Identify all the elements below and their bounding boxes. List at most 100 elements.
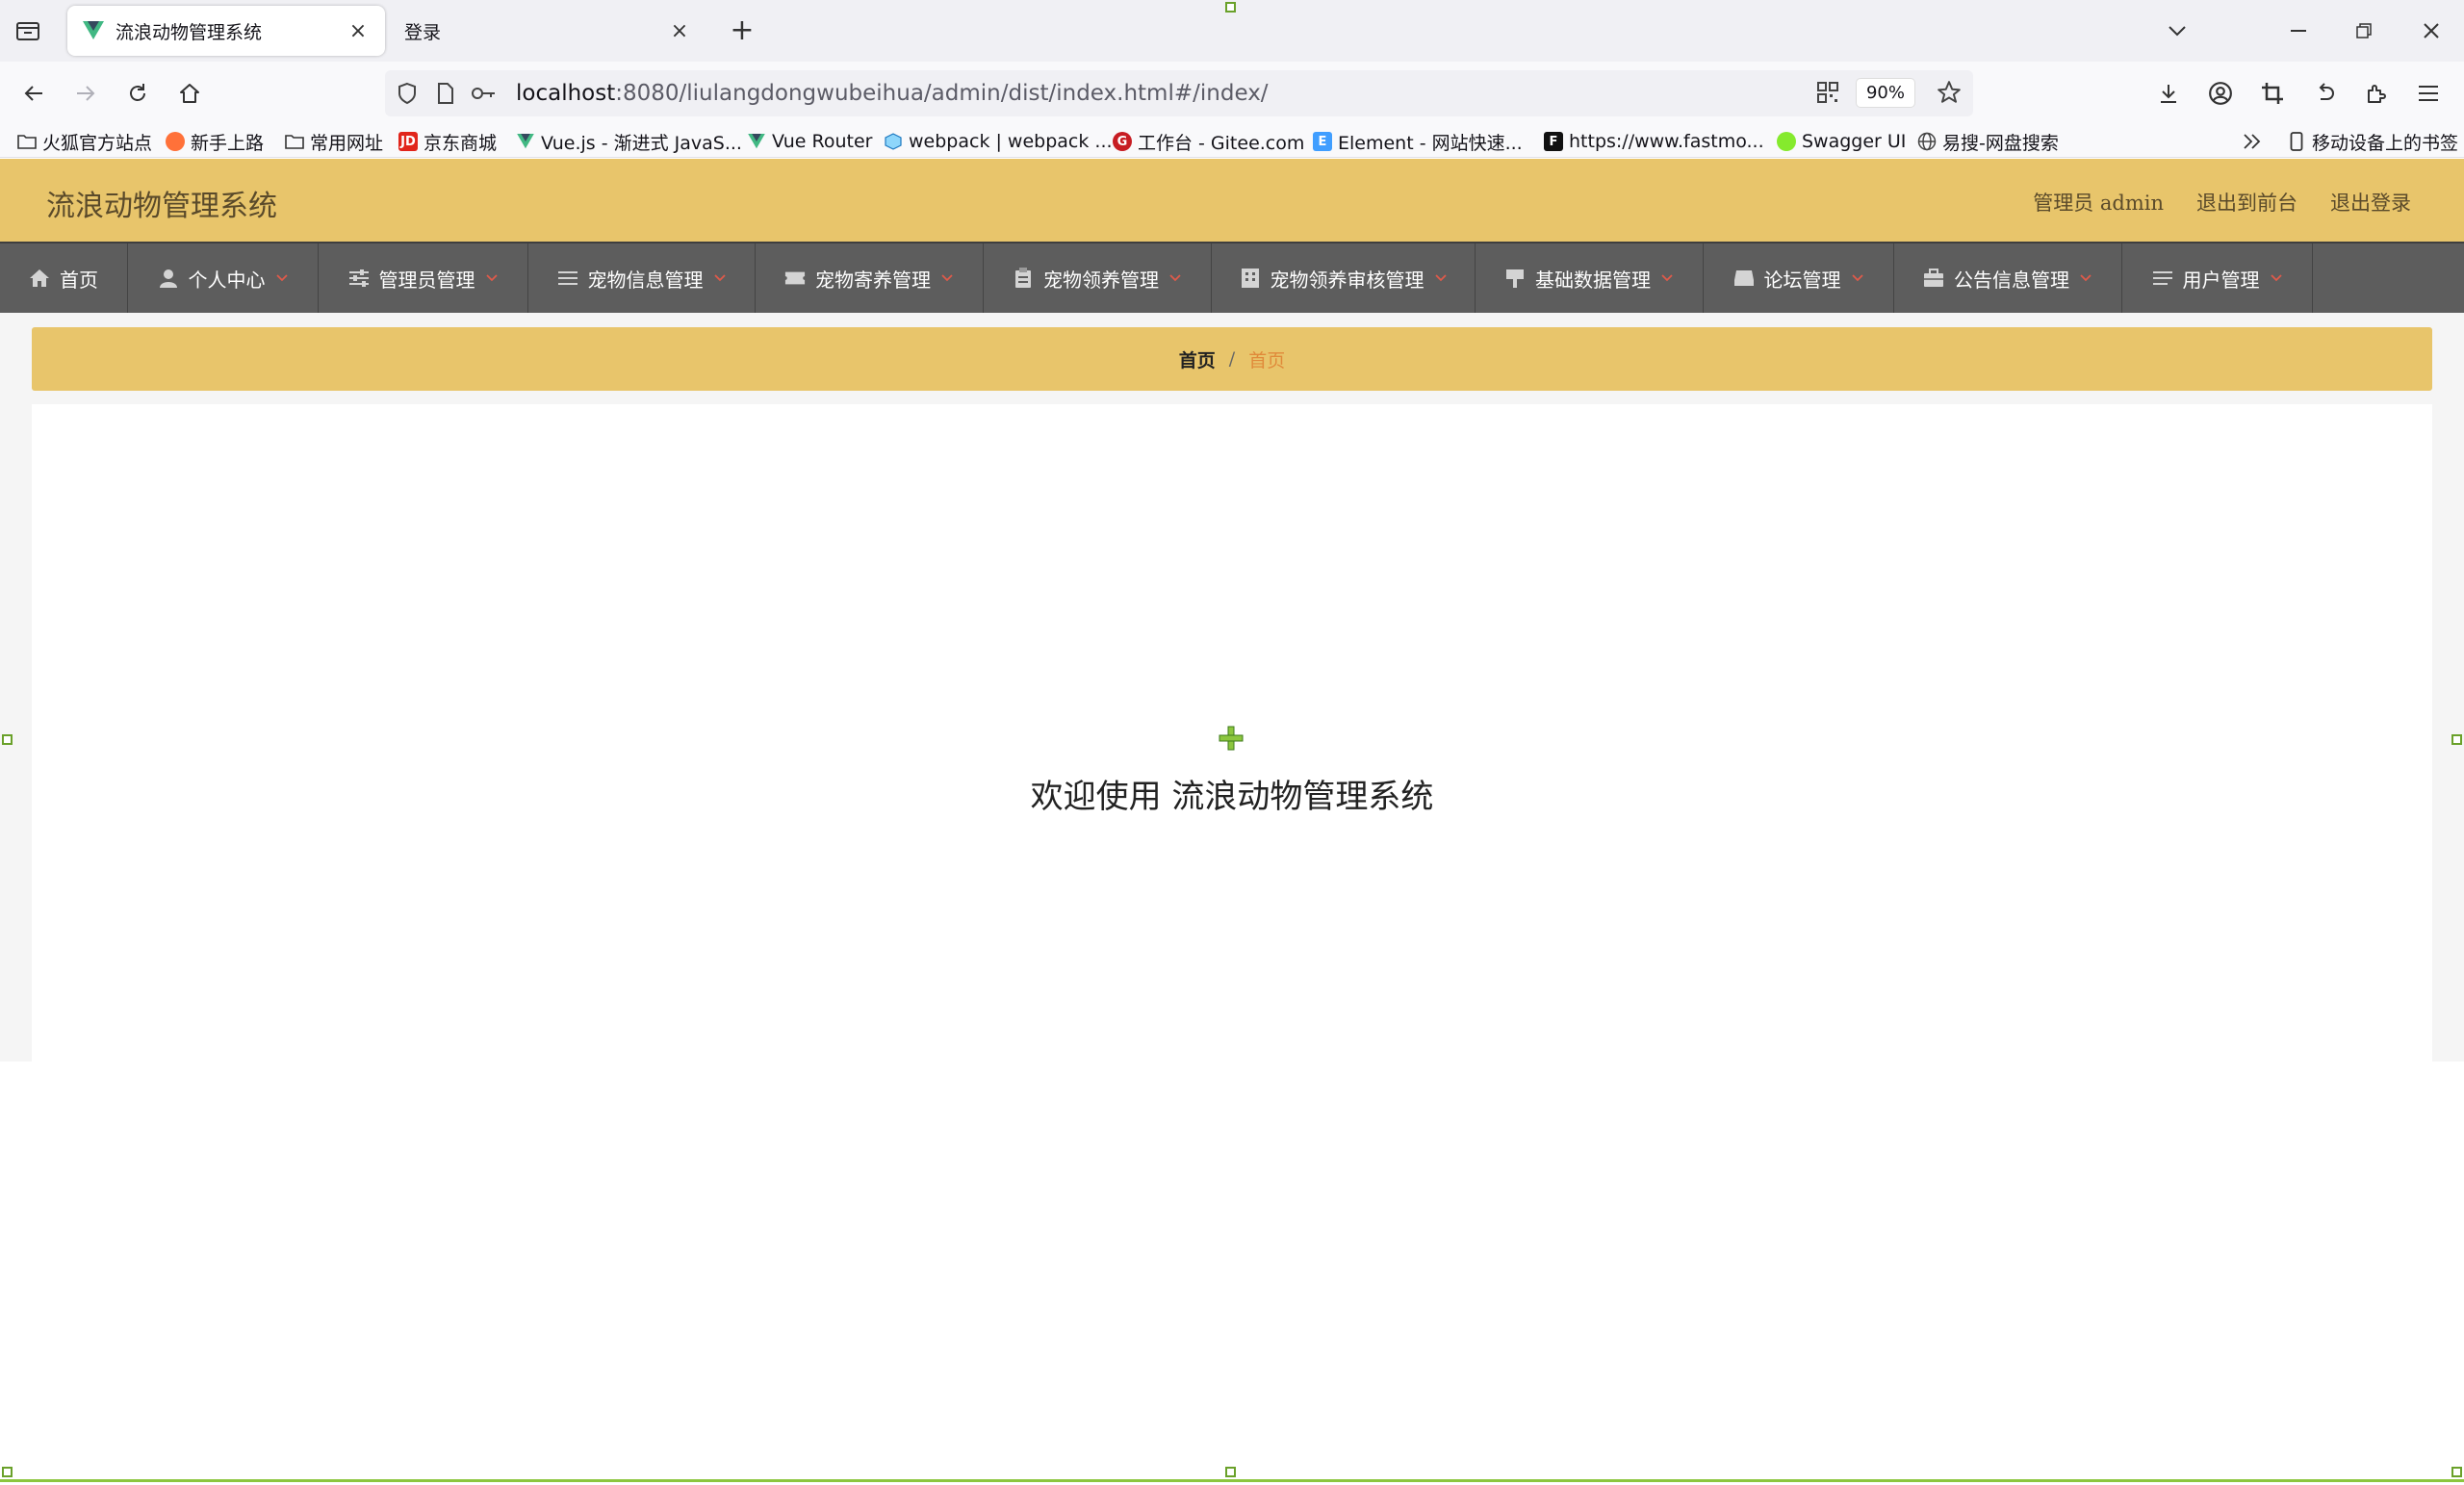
chevron-down-icon xyxy=(485,273,499,283)
minimize-icon[interactable] xyxy=(2279,13,2318,48)
menu-item-7[interactable]: 宠物领养审核管理 xyxy=(1212,243,1476,313)
sliders-icon xyxy=(348,268,370,289)
forward-icon[interactable] xyxy=(67,75,104,112)
fastmock-icon: F xyxy=(1544,132,1563,151)
exit-to-frontend-link[interactable]: 退出到前台 xyxy=(2196,188,2297,217)
download-icon[interactable] xyxy=(2150,75,2187,112)
selection-handle[interactable] xyxy=(2451,734,2462,745)
menu-item-label: 宠物寄养管理 xyxy=(815,268,931,292)
current-user-label: 管理员 admin xyxy=(2033,192,2164,215)
home-browser-icon[interactable] xyxy=(171,75,208,112)
element-icon: E xyxy=(1313,132,1332,151)
menu-item-8[interactable]: 基础数据管理 xyxy=(1476,243,1704,313)
clipboard-icon xyxy=(1013,268,1034,289)
bookmark-label: 常用网址 xyxy=(310,132,384,154)
briefcase-icon xyxy=(1923,268,1944,289)
shield-icon[interactable] xyxy=(391,77,424,110)
bookmark-label: webpack | webpack ... xyxy=(909,131,1113,152)
close-icon[interactable]: × xyxy=(346,19,370,43)
back-icon[interactable] xyxy=(15,75,52,112)
chevron-down-icon xyxy=(1168,273,1182,283)
selection-handle[interactable] xyxy=(1225,1467,1236,1477)
list-all-tabs-icon[interactable] xyxy=(2158,13,2196,48)
bookmark-item[interactable]: F https://www.fastmo... xyxy=(1544,125,1764,158)
account-icon[interactable] xyxy=(2202,75,2239,112)
bookmark-item[interactable]: Swagger UI xyxy=(1777,125,1906,158)
undo-icon[interactable] xyxy=(2306,75,2343,112)
welcome-message: 欢迎使用 流浪动物管理系统 xyxy=(1030,778,1434,816)
address-bar[interactable]: localhost:8080/liulangdongwubeihua/admin… xyxy=(385,70,1973,116)
bookmark-label: 京东商城 xyxy=(424,132,498,154)
bookmark-item[interactable]: webpack | webpack ... xyxy=(884,125,1113,158)
bookmark-item[interactable]: G 工作台 - Gitee.com xyxy=(1113,125,1304,158)
selection-handle[interactable] xyxy=(2,734,13,745)
mobile-device-icon xyxy=(2287,132,2306,151)
restore-icon[interactable] xyxy=(2345,13,2383,48)
menu-item-5[interactable]: 宠物寄养管理 xyxy=(756,243,984,313)
folder-icon xyxy=(17,132,37,151)
menu-item-11[interactable]: 用户管理 xyxy=(2122,243,2313,313)
tab-list-icon[interactable] xyxy=(13,17,42,44)
vue-icon xyxy=(516,132,535,151)
home-icon xyxy=(29,268,50,289)
bookmark-item[interactable]: Vue Router xyxy=(747,125,872,158)
menu-item-3[interactable]: 管理员管理 xyxy=(319,243,528,313)
bookmark-item[interactable]: E Element - 网站快速... xyxy=(1313,125,1523,158)
tab-login[interactable]: 登录 × xyxy=(389,6,706,56)
reload-icon[interactable] xyxy=(119,75,156,112)
bookmark-item[interactable]: 火狐官方站点 xyxy=(17,125,152,158)
logout-link[interactable]: 退出登录 xyxy=(2330,188,2411,217)
tab-admin-system[interactable]: 流浪动物管理系统 × xyxy=(67,6,385,56)
chevron-down-icon xyxy=(1434,273,1448,283)
bookmark-item[interactable]: 新手上路 xyxy=(166,125,264,158)
qr-code-icon[interactable] xyxy=(1811,76,1844,109)
bookmark-star-icon[interactable] xyxy=(1933,76,1965,109)
list-icon xyxy=(557,268,578,289)
top-nav-menu: 首页 个人中心 管理员管理 宠物信息管理 宠物寄养管理 宠物领养管理 宠物领养审核管理 基础数… xyxy=(0,242,2464,313)
folder-icon xyxy=(285,132,304,151)
new-tab-button[interactable]: + xyxy=(728,16,757,46)
selection-handle[interactable] xyxy=(2451,1467,2462,1477)
selection-handle[interactable] xyxy=(2,1467,13,1477)
bookmark-item[interactable]: Vue.js - 渐进式 JavaS... xyxy=(516,125,742,158)
app-header: 流浪动物管理系统 管理员 admin 退出到前台 退出登录 xyxy=(0,159,2464,242)
menu-item-label: 论坛管理 xyxy=(1763,268,1841,292)
bookmark-item[interactable]: 常用网址 xyxy=(285,125,383,158)
bookmark-item[interactable]: 易搜-网盘搜索 xyxy=(1917,125,2059,158)
webpack-icon xyxy=(884,132,903,151)
menu-item-4[interactable]: 宠物信息管理 xyxy=(528,243,756,313)
chevron-down-icon xyxy=(1660,273,1674,283)
menu-item-1[interactable]: 首页 xyxy=(0,243,128,313)
app-title: 流浪动物管理系统 xyxy=(46,190,277,223)
key-icon[interactable] xyxy=(468,77,500,110)
more-bookmarks-icon[interactable] xyxy=(2243,125,2262,158)
menu-item-label: 公告信息管理 xyxy=(1954,268,2069,292)
menu-item-label: 首页 xyxy=(60,268,98,292)
app-menu-icon[interactable] xyxy=(2410,75,2447,112)
building-icon xyxy=(1240,268,1261,289)
zoom-level-button[interactable]: 90% xyxy=(1855,77,1915,108)
firefox-icon xyxy=(166,132,185,151)
bookmark-item[interactable]: JD 京东商城 xyxy=(398,125,497,158)
menu-item-2[interactable]: 个人中心 xyxy=(128,243,319,313)
signpost-icon xyxy=(1504,268,1526,289)
window-close-icon[interactable] xyxy=(2412,13,2451,48)
screenshot-crop-icon[interactable] xyxy=(2254,75,2291,112)
menu-item-label: 宠物领养审核管理 xyxy=(1270,268,1424,292)
menu-item-9[interactable]: 论坛管理 xyxy=(1704,243,1894,313)
bookmark-label: Swagger UI xyxy=(1802,131,1907,152)
browser-nav-bar: localhost:8080/liulangdongwubeihua/admin… xyxy=(0,62,2464,125)
extensions-icon[interactable] xyxy=(2358,75,2395,112)
vue-icon xyxy=(83,20,104,41)
breadcrumb-home[interactable]: 首页 xyxy=(1179,346,1216,372)
bookmark-label: https://www.fastmo... xyxy=(1569,131,1764,152)
bookmark-label: 移动设备上的书签 xyxy=(2312,132,2459,154)
close-icon[interactable]: × xyxy=(668,19,691,43)
menu-item-10[interactable]: 公告信息管理 xyxy=(1894,243,2122,313)
globe-icon xyxy=(1917,132,1937,151)
selection-handle[interactable] xyxy=(1225,2,1236,13)
page-icon[interactable] xyxy=(429,77,462,110)
chevron-down-icon xyxy=(275,273,289,283)
menu-item-6[interactable]: 宠物领养管理 xyxy=(984,243,1212,313)
mobile-bookmarks[interactable]: 移动设备上的书签 xyxy=(2287,125,2458,158)
